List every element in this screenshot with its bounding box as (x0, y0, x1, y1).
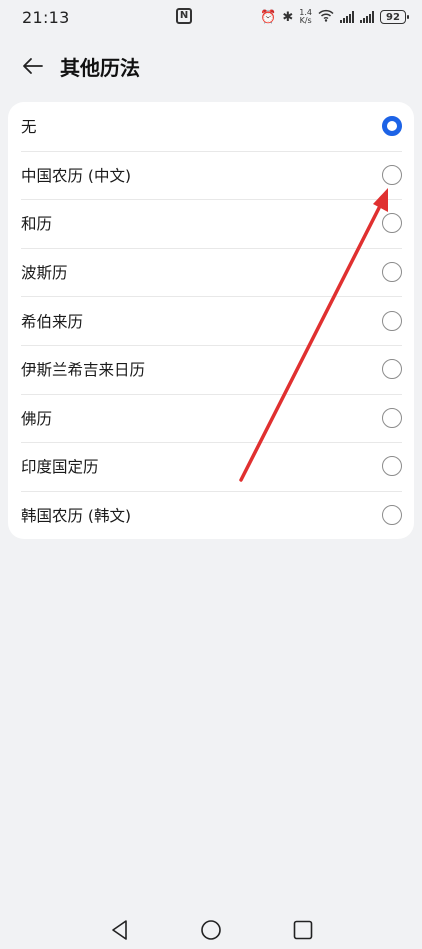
radio-unselected-icon[interactable] (382, 213, 402, 234)
screen: 21:13 N ⏰ ✱ 1.4 K/s 92 其他历法 无 中国农历 (中文) … (0, 0, 422, 949)
radio-unselected-icon[interactable] (382, 456, 402, 477)
calendar-option-label: 中国农历 (中文) (21, 166, 132, 185)
radio-unselected-icon[interactable] (382, 359, 402, 380)
calendar-option-row[interactable]: 中国农历 (中文) (8, 150, 414, 200)
recents-square-icon[interactable] (291, 918, 315, 942)
calendar-option-row[interactable]: 佛历 (8, 393, 414, 443)
calendar-option-row[interactable]: 希伯来历 (8, 296, 414, 345)
signal-icon-sim1 (340, 11, 354, 23)
alarm-icon: ⏰ (260, 9, 277, 25)
calendar-option-label: 韩国农历 (韩文) (21, 507, 132, 526)
back-button[interactable] (18, 51, 48, 81)
calendar-option-row[interactable]: 和历 (8, 199, 414, 248)
radio-unselected-icon[interactable] (382, 505, 402, 526)
app-header: 其他历法 (0, 44, 422, 88)
back-triangle-icon[interactable] (108, 918, 132, 942)
radio-unselected-icon[interactable] (382, 262, 402, 283)
calendar-option-label: 印度国定历 (21, 458, 99, 477)
battery-icon: 92 (380, 10, 409, 24)
calendar-options-list: 无中国农历 (中文) 和历波斯历希伯来历伊斯兰希吉来日历 佛历印度国定历韩国农历 (… (8, 102, 414, 540)
radio-unselected-icon[interactable] (382, 407, 402, 428)
calendar-option-label: 伊斯兰希吉来日历 (21, 361, 146, 380)
status-icons: ⏰ ✱ 1.4 K/s 92 (260, 6, 409, 28)
status-time: 21:13 (22, 7, 70, 27)
calendar-option-row[interactable]: 伊斯兰希吉来日历 (8, 344, 414, 394)
home-circle-icon[interactable] (199, 918, 223, 942)
radio-unselected-icon[interactable] (382, 310, 402, 331)
calendar-option-label: 希伯来历 (21, 312, 84, 331)
network-speed: 1.4 K/s (299, 9, 312, 25)
network-speed-unit: K/s (299, 16, 312, 25)
nfc-icon: N (176, 8, 192, 24)
calendar-option-label: 和历 (21, 215, 53, 234)
battery-level: 92 (386, 11, 400, 23)
signal-icon-sim2 (360, 11, 374, 23)
status-bar: 21:13 N ⏰ ✱ 1.4 K/s 92 (0, 0, 422, 34)
calendar-option-row[interactable]: 无 (8, 102, 414, 151)
radio-selected-icon[interactable] (382, 116, 402, 137)
radio-unselected-icon[interactable] (382, 164, 402, 185)
page-title: 其他历法 (60, 55, 140, 80)
bluetooth-icon: ✱ (282, 9, 294, 25)
calendar-option-label: 佛历 (21, 409, 53, 428)
calendar-option-row[interactable]: 波斯历 (8, 247, 414, 297)
calendar-option-label: 波斯历 (21, 264, 68, 283)
arrow-left-icon (23, 58, 43, 74)
system-nav-bar (0, 910, 422, 949)
wifi-icon (318, 9, 334, 26)
calendar-option-row[interactable]: 印度国定历 (8, 442, 414, 491)
calendar-option-label: 无 (21, 118, 37, 137)
calendar-option-row[interactable]: 韩国农历 (韩文) (8, 490, 414, 540)
